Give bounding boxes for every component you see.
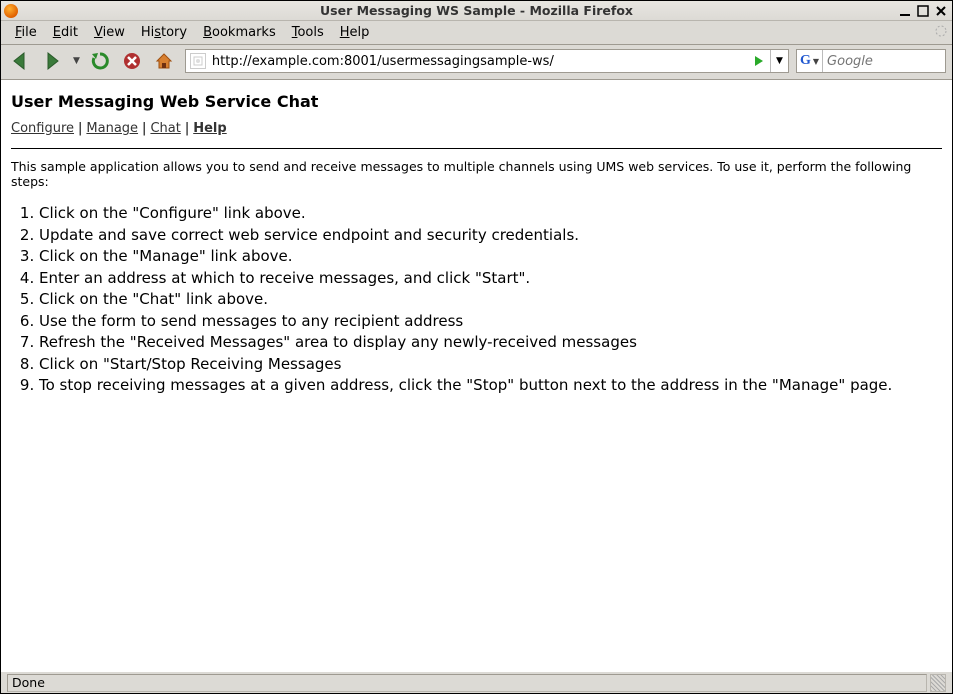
back-button[interactable]: [7, 48, 35, 74]
list-item: Click on the "Chat" link above.: [39, 289, 942, 311]
go-button[interactable]: [750, 54, 768, 68]
link-chat[interactable]: Chat: [150, 121, 180, 136]
address-bar: ▼: [185, 49, 789, 73]
divider: [11, 148, 942, 149]
link-help[interactable]: Help: [193, 121, 226, 136]
maximize-button[interactable]: [915, 4, 930, 17]
menu-help[interactable]: Help: [332, 23, 378, 42]
list-item: Use the form to send messages to any rec…: [39, 311, 942, 333]
list-item: Update and save correct web service endp…: [39, 225, 942, 247]
nav-sep: |: [74, 121, 86, 136]
menu-file-rest: ile: [22, 25, 37, 40]
list-item: Click on "Start/Stop Receiving Messages: [39, 354, 942, 376]
intro-text: This sample application allows you to se…: [11, 159, 942, 189]
nav-sep: |: [138, 121, 150, 136]
menu-file[interactable]: File: [7, 23, 45, 42]
google-icon: G: [800, 53, 811, 69]
status-bar: Done: [1, 671, 952, 693]
url-input[interactable]: [210, 53, 750, 70]
forward-history-dropdown[interactable]: ▼: [71, 56, 82, 66]
minimize-button[interactable]: [897, 4, 912, 17]
search-engine-selector[interactable]: G ▼: [797, 50, 823, 72]
home-button[interactable]: [150, 48, 178, 74]
page-content: User Messaging Web Service Chat Configur…: [1, 80, 952, 671]
link-manage[interactable]: Manage: [86, 121, 138, 136]
window-controls: [897, 4, 948, 17]
list-item: Refresh the "Received Messages" area to …: [39, 332, 942, 354]
list-item: Click on the "Manage" link above.: [39, 246, 942, 268]
list-item: Enter an address at which to receive mes…: [39, 268, 942, 290]
throbber-icon: [934, 24, 948, 38]
navigation-toolbar: ▼ ▼ G ▼: [1, 45, 952, 80]
list-item: To stop receiving messages at a given ad…: [39, 375, 942, 397]
stop-button[interactable]: [118, 48, 146, 74]
menu-edit[interactable]: Edit: [45, 23, 86, 42]
status-text: Done: [7, 674, 927, 692]
nav-sep: |: [181, 121, 193, 136]
reload-button[interactable]: [86, 48, 114, 74]
link-configure[interactable]: Configure: [11, 121, 74, 136]
menubar: File Edit View History Bookmarks Tools H…: [1, 21, 952, 45]
page-nav-links: Configure|Manage|Chat|Help: [11, 121, 942, 136]
forward-button[interactable]: [39, 48, 67, 74]
window-title: User Messaging WS Sample - Mozilla Firef…: [1, 3, 952, 18]
site-identity-icon[interactable]: [190, 53, 206, 69]
resize-grip[interactable]: [930, 674, 946, 692]
search-bar: G ▼: [796, 49, 946, 73]
menu-bookmarks[interactable]: Bookmarks: [195, 23, 284, 42]
menu-view[interactable]: View: [86, 23, 133, 42]
search-input[interactable]: [823, 53, 953, 70]
menu-history[interactable]: History: [133, 23, 195, 42]
url-history-dropdown[interactable]: ▼: [770, 50, 788, 72]
browser-window: User Messaging WS Sample - Mozilla Firef…: [0, 0, 953, 694]
menu-tools[interactable]: Tools: [284, 23, 332, 42]
list-item: Click on the "Configure" link above.: [39, 203, 942, 225]
page-heading: User Messaging Web Service Chat: [11, 92, 942, 111]
close-button[interactable]: [933, 4, 948, 17]
instruction-list: Click on the "Configure" link above. Upd…: [39, 203, 942, 397]
titlebar: User Messaging WS Sample - Mozilla Firef…: [1, 1, 952, 21]
